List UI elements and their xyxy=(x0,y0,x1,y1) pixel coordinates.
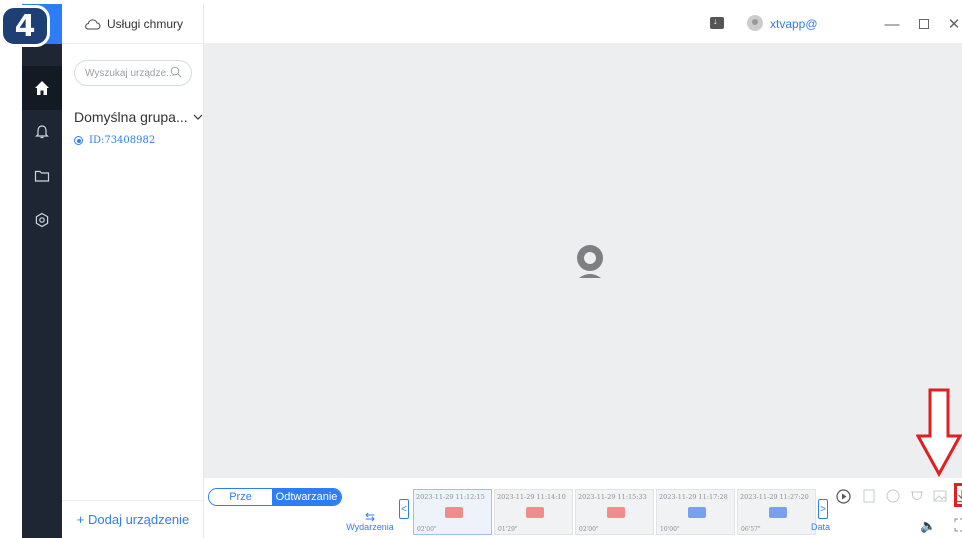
download-folder-icon[interactable] xyxy=(710,16,724,29)
close-icon[interactable]: ✕ xyxy=(942,12,962,36)
nav-rail xyxy=(22,4,62,538)
folder-icon[interactable] xyxy=(22,154,62,198)
red-arrow-indicator xyxy=(916,388,962,478)
prev-clips-button[interactable]: < xyxy=(399,499,409,519)
video-clip-icon xyxy=(688,507,706,518)
device-search-input[interactable]: Wyszukaj urządze... xyxy=(74,60,192,86)
video-clip-icon xyxy=(526,507,544,518)
clip-duration: 02'00" xyxy=(579,526,599,533)
maximize-icon[interactable] xyxy=(912,12,936,36)
clip-item[interactable]: 2023-11-29 11:14:10 01'29" xyxy=(494,489,573,535)
date-button[interactable]: Data xyxy=(811,522,830,532)
device-group[interactable]: Domyślna grupa... xyxy=(74,109,203,125)
minimize-icon[interactable]: — xyxy=(880,12,904,36)
swap-icon: ⇆ xyxy=(364,510,376,524)
tab-live[interactable]: Prze xyxy=(209,489,273,505)
app-window: 4 Usługi chmury Wyszukaj urządze... Domy… xyxy=(0,0,962,538)
video-clip-icon xyxy=(607,507,625,518)
record-icon[interactable] xyxy=(908,487,926,505)
device-id: ID:73408982 xyxy=(89,135,156,146)
avatar[interactable] xyxy=(747,15,763,31)
speed-icon[interactable] xyxy=(884,487,902,505)
fullscreen-icon[interactable] xyxy=(954,518,962,535)
cloud-services-label: Usługi chmury xyxy=(106,16,184,31)
clip-time: 2023-11-29 11:14:10 xyxy=(497,493,566,501)
chevron-down-icon xyxy=(193,114,203,120)
clip-duration: 01'29" xyxy=(498,526,518,533)
next-clips-button[interactable]: > xyxy=(818,499,828,519)
device-radio-icon xyxy=(74,136,83,145)
clip-item[interactable]: 2023-11-29 11:15:33 02'00" xyxy=(575,489,654,535)
tab-playback[interactable]: Odtwarzanie xyxy=(272,489,341,505)
video-viewport[interactable] xyxy=(204,44,962,478)
volume-icon[interactable]: 🔈 xyxy=(920,518,936,534)
settings-icon[interactable] xyxy=(22,198,62,242)
clip-time: 2023-11-29 11:27:20 xyxy=(740,493,809,501)
camera-placeholder-icon xyxy=(577,245,603,278)
search-placeholder: Wyszukaj urządze... xyxy=(85,67,175,79)
mode-switch: Prze Odtwarzanie xyxy=(208,488,342,506)
clip-duration: 02'00" xyxy=(417,526,437,533)
add-device-label: + Dodaj urządzenie xyxy=(76,512,190,527)
bell-icon[interactable] xyxy=(22,110,62,154)
cloud-services-button[interactable]: Usługi chmury xyxy=(62,4,204,44)
clip-duration: 06'57" xyxy=(741,526,761,533)
cloud-icon xyxy=(85,18,101,29)
home-icon[interactable] xyxy=(22,66,62,110)
clip-time: 2023-11-29 11:15:33 xyxy=(578,493,647,501)
video-clip-icon xyxy=(769,507,787,518)
clip-duration: 10'00" xyxy=(660,526,680,533)
events-button[interactable]: ⇆ Wydarzenia xyxy=(344,510,396,532)
playback-toolbar: Prze Odtwarzanie ⇆ Wydarzenia < 2023-11-… xyxy=(204,478,962,538)
header-bar: xtvapp@ — ✕ xyxy=(204,4,962,44)
clip-time: 2023-11-29 11:12:15 xyxy=(416,493,485,501)
clip-item[interactable]: 2023-11-29 11:17:28 10'00" xyxy=(656,489,735,535)
snapshot-icon[interactable] xyxy=(931,487,949,505)
step-badge: 4 xyxy=(0,5,50,47)
search-icon[interactable] xyxy=(170,66,182,78)
username[interactable]: xtvapp@ xyxy=(770,17,818,31)
device-item[interactable]: ID:73408982 xyxy=(74,135,155,146)
events-label: Wydarzenia xyxy=(346,522,394,532)
download-highlight-box xyxy=(954,483,962,507)
clip-item[interactable]: 2023-11-29 11:27:20 06'57" xyxy=(737,489,816,535)
play-icon[interactable] xyxy=(834,487,852,505)
clip-item[interactable]: 2023-11-29 11:12:15 02'00" xyxy=(413,489,492,535)
stop-icon[interactable] xyxy=(860,487,878,505)
clip-time: 2023-11-29 11:17:28 xyxy=(659,493,728,501)
add-device-button[interactable]: + Dodaj urządzenie xyxy=(62,500,204,538)
video-clip-icon xyxy=(445,507,463,518)
device-panel: Usługi chmury Wyszukaj urządze... Domyśl… xyxy=(62,4,204,538)
group-label: Domyślna grupa... xyxy=(74,109,188,125)
